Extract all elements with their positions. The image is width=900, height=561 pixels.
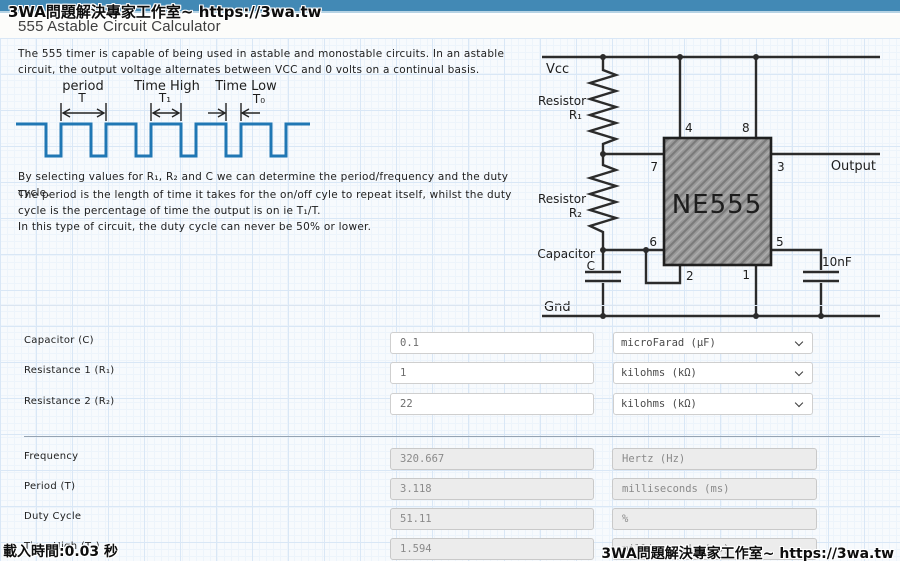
form-row-capacitor: Capacitor (C) microFarad (µF)	[0, 332, 900, 354]
pin6-label: 6	[649, 235, 657, 249]
pin1-label: 1	[742, 268, 750, 282]
duty-cycle-output	[390, 508, 594, 530]
period-output	[390, 478, 594, 500]
pin4-label: 4	[685, 121, 693, 135]
resistance1-input[interactable]	[390, 362, 594, 384]
resistance2-field-label: Resistance 2 (R₂)	[24, 396, 114, 407]
output-label: Output	[831, 159, 876, 174]
content-area: The 555 timer is capable of being used i…	[0, 38, 900, 561]
resistor2-symbol: R₂	[569, 206, 582, 220]
period-field-label: Period (T)	[24, 481, 75, 492]
resistance1-field-label: Resistance 1 (R₁)	[24, 365, 114, 376]
gnd-label: Gnd	[544, 300, 571, 315]
resistance2-unit-select[interactable]: kilohms (kΩ)	[613, 393, 813, 415]
pin8-label: 8	[742, 121, 750, 135]
watermark-bottom-right: 3WA問題解決專家工作室~ https://3wa.tw	[601, 543, 894, 561]
resistor1-symbol: R₁	[569, 108, 582, 122]
capacitor-input[interactable]	[390, 332, 594, 354]
intro-paragraph-4: In this type of circuit, the duty cycle …	[18, 219, 538, 235]
time-low-label: Time Low	[214, 79, 277, 94]
frequency-unit-box	[612, 448, 817, 470]
section-divider-top	[0, 305, 900, 306]
time-high-symbol: T₁	[158, 91, 171, 105]
form-row-resistance2: Resistance 2 (R₂) kilohms (kΩ)	[0, 393, 900, 415]
circuit-diagram: NE555 Vcc Resistor R₁ Resistor R₂ Capaci…	[528, 40, 888, 322]
resistance1-unit-select[interactable]: kilohms (kΩ)	[613, 362, 813, 384]
frequency-output	[390, 448, 594, 470]
pin2-label: 2	[686, 269, 694, 283]
resistance2-input[interactable]	[390, 393, 594, 415]
intro-paragraph-1: The 555 timer is capable of being used i…	[18, 46, 523, 79]
resistance1-unit-select-control[interactable]: kilohms (kΩ)	[614, 363, 812, 383]
watermark-top-left: 3WA問題解決專家工作室~ https://3wa.tw	[8, 1, 322, 22]
capacitor-unit-select[interactable]: microFarad (µF)	[613, 332, 813, 354]
pin7-label: 7	[650, 160, 658, 174]
intro-paragraph-3: The period is the length of time it take…	[18, 187, 530, 220]
section-divider-results	[24, 436, 880, 437]
result-row-frequency: Frequency	[0, 448, 900, 470]
pin3-label: 3	[777, 160, 785, 174]
watermark-load-time: 載入時間:0.03 秒	[3, 541, 118, 561]
resistor2-label: Resistor	[538, 192, 586, 206]
period-symbol: T	[77, 91, 86, 105]
capacitor-symbol: C	[587, 259, 595, 273]
duty-cycle-field-label: Duty Cycle	[24, 511, 81, 522]
time-high-output	[390, 538, 594, 560]
time-high-arrow	[151, 103, 181, 121]
resistance2-unit-select-control[interactable]: kilohms (kΩ)	[614, 394, 812, 414]
capacitor-unit-select-control[interactable]: microFarad (µF)	[614, 333, 812, 353]
vcc-label: Vcc	[546, 62, 569, 77]
form-row-resistance1: Resistance 1 (R₁) kilohms (kΩ)	[0, 362, 900, 384]
bypass-cap-label: 10nF	[822, 255, 852, 269]
resistor1-label: Resistor	[538, 94, 586, 108]
duty-cycle-unit-box	[612, 508, 817, 530]
period-arrow	[61, 103, 106, 121]
square-wave	[16, 124, 310, 156]
pin5-label: 5	[776, 235, 784, 249]
frequency-field-label: Frequency	[24, 451, 78, 462]
capacitor-field-label: Capacitor (C)	[24, 335, 94, 346]
result-row-period: Period (T)	[0, 478, 900, 500]
period-unit-box	[612, 478, 817, 500]
time-low-symbol: T₀	[252, 92, 265, 106]
ne555-chip-label: NE555	[672, 190, 763, 220]
result-row-duty-cycle: Duty Cycle	[0, 508, 900, 530]
waveform-diagram: period T Time High T₁ Time Low T₀	[12, 76, 318, 166]
